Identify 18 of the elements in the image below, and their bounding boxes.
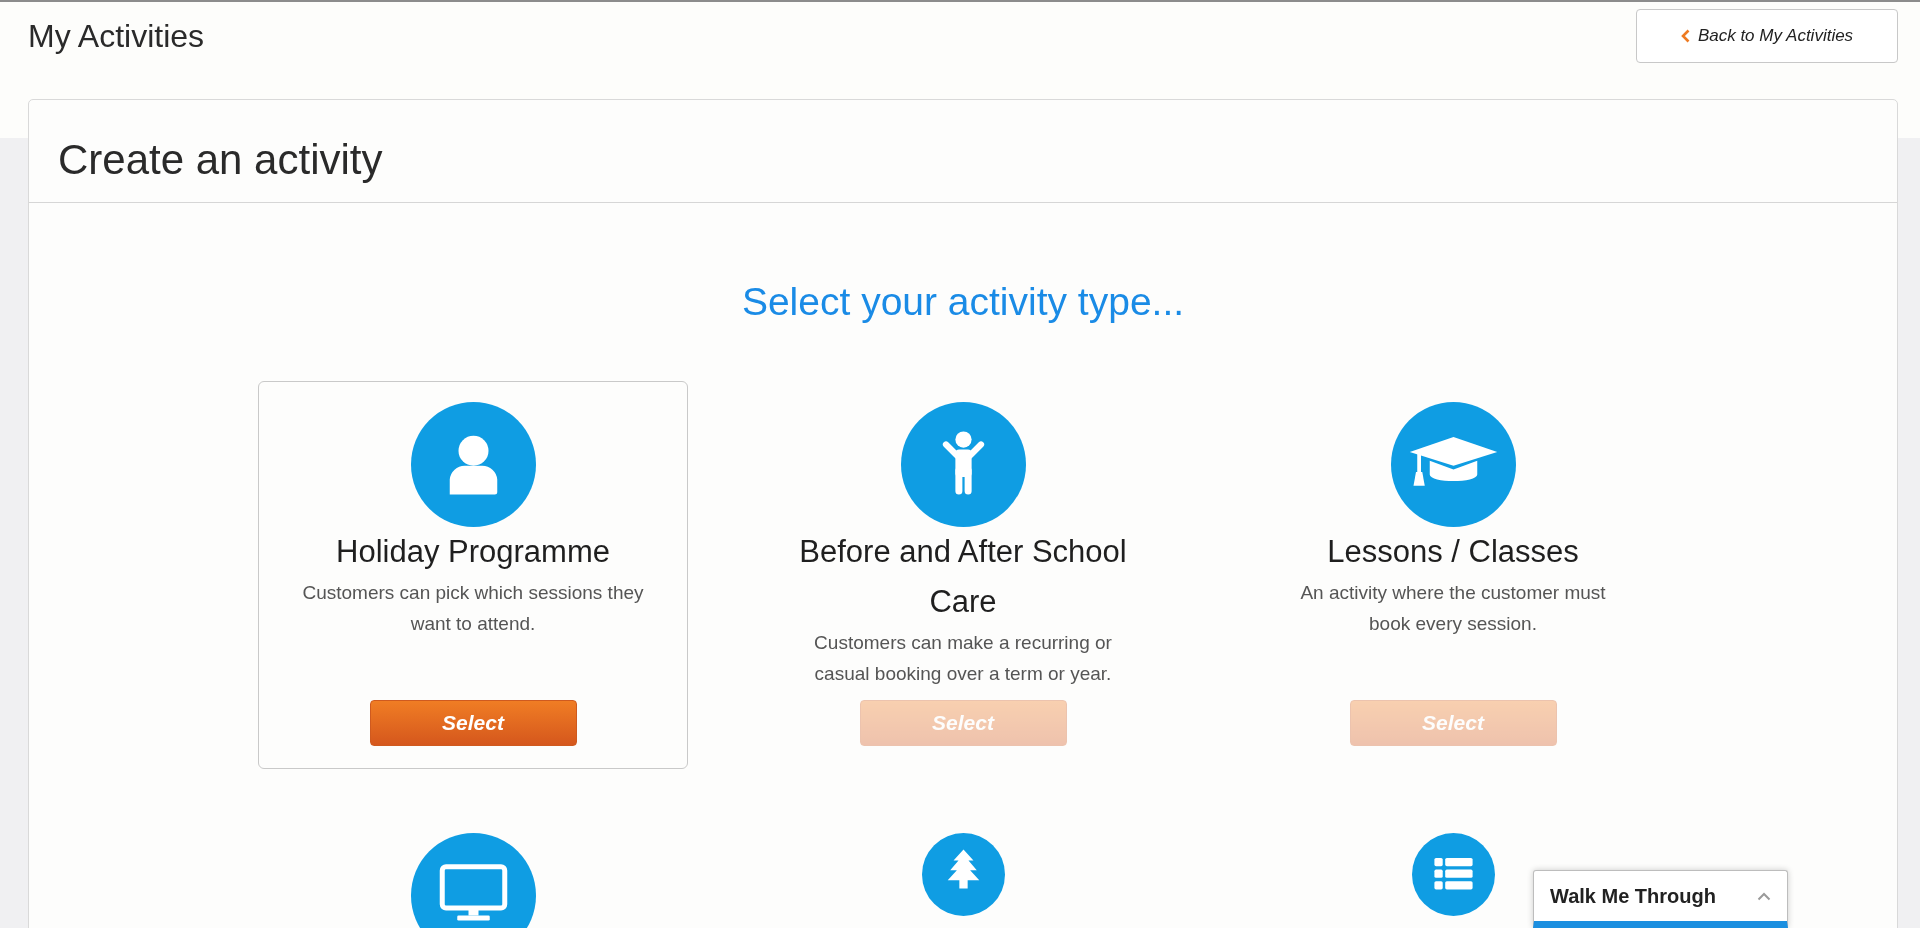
panel-title: Create an activity <box>58 135 383 185</box>
back-button[interactable]: Back to My Activities <box>1636 9 1898 63</box>
activity-description: An activity where the customer must book every session. <box>1299 581 1607 636</box>
person-icon <box>410 402 536 527</box>
tree-icon <box>921 833 1005 916</box>
activity-description: Customers can make a recurring or casual booking over a term or year. <box>813 631 1113 686</box>
activity-card[interactable]: Holiday Programme Customers can pick which sessions they want to attend. Select <box>258 381 688 769</box>
activity-title: Before and After School Care <box>798 533 1128 621</box>
walk-me-through-button[interactable]: Walk Me Through <box>1533 870 1788 928</box>
chevron-left-icon <box>1680 29 1690 43</box>
child-icon <box>900 402 1026 527</box>
list-icon <box>1411 833 1495 916</box>
activity-title: Lessons / Classes <box>1327 533 1579 571</box>
graduation-cap-icon <box>1390 402 1516 527</box>
activity-type-prompt: Select your activity type... <box>741 279 1185 325</box>
page-title: My Activities <box>28 17 205 56</box>
activity-title: Holiday Programme <box>336 533 610 571</box>
activity-description: Customers can pick which sessions they want to attend. <box>301 581 645 636</box>
